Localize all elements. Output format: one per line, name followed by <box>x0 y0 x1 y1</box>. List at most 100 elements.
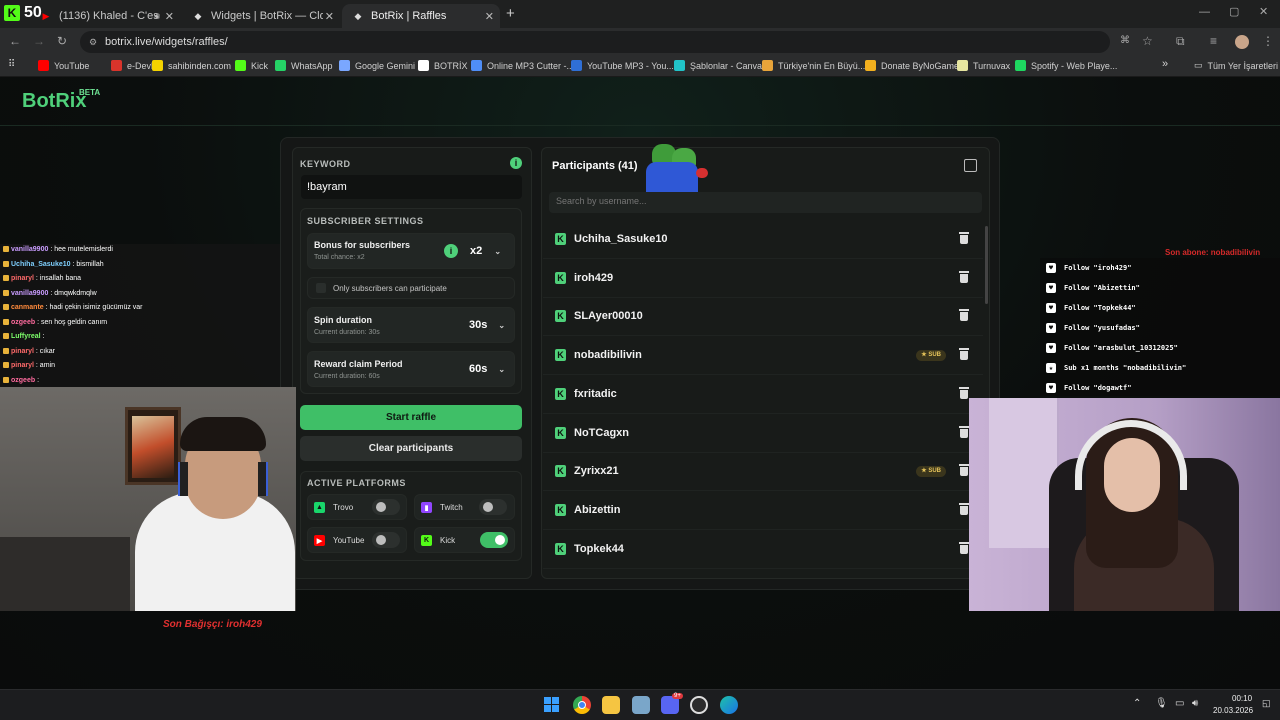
minimize-icon[interactable]: — <box>1199 6 1210 18</box>
clock-time[interactable]: 00:10 <box>1232 694 1252 703</box>
bonus-dropdown[interactable]: x2 ⌄ <box>470 245 501 257</box>
app-icon[interactable] <box>632 696 650 714</box>
kick-toggle[interactable] <box>480 532 508 548</box>
bookmark-item[interactable]: YouTube MP3 - You... <box>571 60 674 71</box>
chat-username: canmante <box>11 304 44 311</box>
copy-icon[interactable] <box>964 159 977 172</box>
close-tab-icon[interactable]: ✕ <box>485 10 494 23</box>
search-input[interactable] <box>549 192 982 213</box>
extensions-icon[interactable]: ⧉ <box>1176 34 1185 49</box>
trash-icon[interactable] <box>959 348 969 361</box>
chevron-up-icon[interactable]: ⌃ <box>1133 698 1141 709</box>
participant-name: fxritadic <box>574 387 617 400</box>
all-bookmarks-folder[interactable]: ▭ Tüm Yer İşaretleri <box>1194 60 1278 71</box>
bonus-subtitle: Total chance: x2 <box>314 254 365 261</box>
notification-icon[interactable]: ◱ <box>1262 698 1271 709</box>
botrix-logo[interactable]: BotRix <box>22 90 86 113</box>
site-info-icon[interactable]: ⚙ <box>89 31 97 53</box>
tab-widgets[interactable]: ◆ Widgets | BotRix — Cloud Strea ✕ <box>182 4 340 28</box>
platform-trovo-label: ▲ Trovo <box>314 502 353 513</box>
new-tab-button[interactable]: + <box>506 5 515 22</box>
forward-icon[interactable]: → <box>33 34 45 48</box>
chrome-icon[interactable] <box>573 696 591 714</box>
bookmark-item[interactable]: Şablonlar - Canva <box>674 60 762 71</box>
info-icon[interactable]: i <box>510 157 522 169</box>
spin-dropdown[interactable]: 30s ⌄ <box>469 319 505 331</box>
chat-message: ozgeeb : sen hoş geldin canım <box>3 318 107 326</box>
clear-participants-button[interactable]: Clear participants <box>300 436 522 461</box>
twitch-name: Twitch <box>440 503 463 512</box>
trash-icon[interactable] <box>959 425 969 438</box>
media-icon[interactable]: ≡ <box>1210 34 1217 48</box>
bookmark-label: WhatsApp <box>291 60 333 71</box>
bookmark-item[interactable]: WhatsApp <box>275 60 333 71</box>
trovo-toggle[interactable] <box>372 499 400 515</box>
mic-icon[interactable]: 🎙︎ <box>1155 698 1168 709</box>
bookmark-label: YouTube MP3 - You... <box>587 60 674 71</box>
bookmark-item[interactable]: Kick <box>235 60 268 71</box>
bookmark-item[interactable]: Spotify - Web Playe... <box>1015 60 1117 71</box>
bookmarks-more-button[interactable]: » <box>1162 58 1168 70</box>
avatar[interactable] <box>1235 35 1249 49</box>
close-tab-icon[interactable]: ✕ <box>325 10 334 23</box>
menu-icon[interactable]: ⋮ <box>1262 34 1274 48</box>
edge-icon[interactable] <box>720 696 738 714</box>
close-window-icon[interactable]: ✕ <box>1259 5 1268 18</box>
network-icon[interactable]: ▭ <box>1175 698 1184 709</box>
event-item: ♥ Follow "Abizettin" <box>1046 283 1140 293</box>
clock-date[interactable]: 20.03.2026 <box>1213 706 1253 715</box>
bookmark-item[interactable]: Turnuvax <box>957 60 1010 71</box>
bookmark-star-icon[interactable]: ☆ <box>1142 34 1153 48</box>
participants-scrollbar[interactable] <box>985 226 988 304</box>
tab-raffles[interactable]: ◆ BotRix | Raffles ✕ <box>342 4 500 28</box>
participant-row: K Topkek44 <box>543 531 983 569</box>
bookmark-item[interactable]: Donate ByNoGame <box>865 60 959 71</box>
trash-icon[interactable] <box>959 386 969 399</box>
close-tab-icon[interactable]: ✕ <box>165 10 174 23</box>
reward-dropdown[interactable]: 60s ⌄ <box>469 363 505 375</box>
twitch-toggle[interactable] <box>479 499 507 515</box>
trash-icon[interactable] <box>959 541 969 554</box>
trash-icon[interactable] <box>959 270 969 283</box>
info-icon[interactable]: i <box>444 244 458 258</box>
address-bar[interactable]: ⚙ botrix.live/widgets/raffles/ <box>80 31 1110 53</box>
obs-icon[interactable] <box>690 696 708 714</box>
bookmark-item[interactable]: Türkiye'nin En Büyü... <box>762 60 865 71</box>
volume-icon[interactable]: 🔊︎ <box>1192 698 1198 709</box>
bookmark-item[interactable]: YouTube <box>38 60 89 71</box>
tab-youtube[interactable]: ▶ (1136) Khaled - C'est la vie 🔊︎ ✕ <box>30 4 180 28</box>
apps-icon[interactable]: ⠿ <box>8 59 15 70</box>
only-subs-label: Only subscribers can participate <box>333 284 447 293</box>
reload-icon[interactable]: ↻ <box>57 34 67 48</box>
start-raffle-button[interactable]: Start raffle <box>300 405 522 430</box>
chat-username: vanilla9900 <box>11 246 49 253</box>
all-bookmarks-label: Tüm Yer İşaretleri <box>1207 60 1279 71</box>
keyword-input[interactable]: !bayram <box>301 175 522 199</box>
back-icon[interactable]: ← <box>9 34 21 48</box>
file-explorer-icon[interactable] <box>602 696 620 714</box>
maximize-icon[interactable]: ▢ <box>1229 5 1239 18</box>
trash-icon[interactable] <box>959 232 969 244</box>
trash-icon[interactable] <box>959 309 969 322</box>
windows-start-icon[interactable] <box>543 696 561 714</box>
search-field[interactable] <box>556 196 956 206</box>
bookmark-item[interactable]: sahibinden.com <box>152 60 231 71</box>
chat-message: vanilla9900 : hee mutelemislerdi <box>3 246 113 253</box>
bookmark-favicon-icon <box>762 60 773 71</box>
badge-icon <box>3 246 9 252</box>
translate-icon[interactable]: ⌘ <box>1120 35 1130 46</box>
youtube-toggle[interactable] <box>372 532 400 548</box>
bookmark-item[interactable]: Google Gemini <box>339 60 415 71</box>
bookmark-item[interactable]: BOTRİX <box>418 60 468 71</box>
trash-icon[interactable] <box>959 464 969 477</box>
chat-text: : insallah bana <box>35 275 82 282</box>
bookmark-favicon-icon <box>471 60 482 71</box>
badge-icon <box>3 289 9 296</box>
bookmark-label: BOTRİX <box>434 60 468 71</box>
chat-text: : dmqwkdmqlw <box>50 289 97 297</box>
active-platforms-label: ACTIVE PLATFORMS <box>307 478 406 488</box>
bookmark-item[interactable]: Online MP3 Cutter -... <box>471 60 574 71</box>
trash-icon[interactable] <box>959 502 969 515</box>
only-subs-checkbox[interactable] <box>316 283 326 293</box>
headset <box>178 462 188 496</box>
